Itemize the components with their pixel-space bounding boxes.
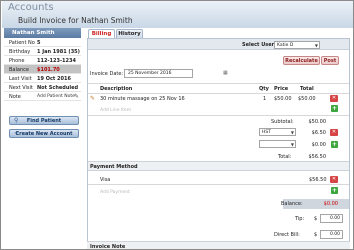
tip-currency: $: [314, 216, 318, 222]
info-row-phone: Phone 112-123-1234: [4, 56, 81, 65]
note-edit-icon[interactable]: ✎: [74, 93, 79, 100]
direct-bill-currency: $: [314, 232, 318, 238]
direct-bill-label: Direct Bill:: [274, 232, 300, 238]
chevron-down-icon: ▼: [314, 43, 318, 48]
divider: [88, 83, 349, 84]
add-payment-input[interactable]: Add Payment: [100, 190, 130, 195]
line-item-price: $50.00: [274, 96, 292, 102]
select-user-label: Select User:: [242, 42, 277, 48]
chevron-down-icon: ▼: [290, 130, 294, 135]
delete-icon[interactable]: ✕: [330, 176, 338, 183]
line-item-description: 30 minute massage on 25 Nov 16: [100, 96, 185, 102]
invoice-date-input[interactable]: 25 November 2016 ▦: [124, 69, 228, 78]
user-select-value: Katie D: [277, 43, 294, 48]
balance-label: Balance:: [281, 201, 303, 207]
tab-billing[interactable]: Billing: [88, 29, 115, 38]
col-header-description: Description: [100, 86, 133, 92]
add-icon[interactable]: +: [331, 105, 338, 112]
info-label: Birthday: [9, 49, 31, 55]
search-icon: ⚲: [14, 117, 19, 124]
col-header-qty: Qty: [259, 86, 269, 92]
info-label: Phone: [9, 58, 25, 64]
app-title: Accounts: [8, 2, 54, 13]
divider: [88, 115, 349, 116]
pencil-icon[interactable]: ✎: [90, 95, 95, 102]
info-value: Not Scheduled: [37, 85, 79, 91]
tax1-value: $6.50: [311, 130, 326, 136]
info-row-next-visit: Next Visit Not Scheduled: [4, 83, 81, 92]
payment-method-name: Visa: [100, 177, 111, 183]
info-label: Note: [9, 94, 21, 100]
add-icon[interactable]: +: [331, 187, 338, 194]
balance-amount: $0.00: [323, 201, 338, 207]
recalculate-button[interactable]: Recalculate: [283, 56, 320, 65]
add-user-icon: +: [14, 130, 20, 137]
invoice-note-header: Invoice Note: [87, 241, 350, 249]
info-row-last-visit: Last Visit 19 Oct 2016: [4, 74, 81, 83]
info-row-note: Note Add Patient Note ✎: [4, 92, 81, 101]
patient-name: Nathan Smith: [4, 28, 81, 38]
tax1-select-value: HST: [262, 130, 271, 135]
calendar-icon[interactable]: ▦: [223, 70, 228, 76]
direct-bill-input[interactable]: 0.00: [320, 230, 343, 239]
find-patient-label: Find Patient: [26, 118, 62, 124]
add-patient-note-link[interactable]: Add Patient Note: [37, 94, 75, 99]
info-value: 19 Oct 2016: [37, 76, 71, 82]
tip-input[interactable]: 0.00: [320, 214, 343, 223]
page-title: Build Invoice for Nathan Smith: [18, 16, 133, 25]
create-account-label: Create New Account: [15, 131, 73, 137]
app-header: Accounts Build Invoice for Nathan Smith: [2, 1, 353, 28]
info-value: 112-123-1234: [37, 58, 76, 64]
col-header-total: Total: [300, 86, 314, 92]
create-account-button[interactable]: + Create New Account: [9, 129, 79, 138]
line-item-qty: 1: [263, 96, 267, 102]
delete-icon[interactable]: ✕: [330, 95, 338, 102]
invoice-date-label: Invoice Date:: [90, 71, 124, 77]
chevron-down-icon: ▼: [290, 142, 294, 147]
total-value: $56.50: [308, 154, 327, 160]
divider: [88, 184, 349, 185]
add-line-item-input[interactable]: Add Line Item: [100, 108, 131, 113]
tip-label: Tip:: [295, 216, 305, 222]
total-label: Total:: [278, 154, 292, 160]
tax2-value: $0.00: [311, 142, 326, 148]
delete-icon[interactable]: ✕: [330, 129, 338, 136]
info-value: 1 Jan 1981 (35): [37, 49, 80, 55]
info-label: Balance: [9, 67, 29, 73]
info-row-patient-no: Patient No 5: [4, 38, 81, 47]
col-header-price: Price: [274, 86, 289, 92]
patient-panel: Nathan Smith Patient No 5 Birthday 1 Jan…: [4, 28, 81, 249]
info-label: Next Visit: [9, 85, 33, 91]
payment-amount: $56.50: [309, 177, 327, 183]
info-value: 5: [37, 40, 41, 46]
billing-panel: Select User: Katie D ▼ Recalculate Post …: [87, 38, 350, 249]
line-item-total: $50.00: [298, 96, 316, 102]
info-row-birthday: Birthday 1 Jan 1981 (35): [4, 47, 81, 56]
info-row-balance: Balance $101.70: [4, 65, 81, 74]
subtotal-label: Subtotal:: [271, 119, 294, 125]
app-window: Accounts Build Invoice for Nathan Smith …: [0, 0, 354, 250]
invoice-date-value: 25 November 2016: [128, 71, 172, 76]
divider: [88, 93, 349, 94]
info-label: Patient No: [9, 40, 35, 46]
subtotal-value: $50.00: [308, 119, 327, 125]
payment-method-header: Payment Method: [88, 161, 349, 171]
find-patient-button[interactable]: ⚲ Find Patient: [9, 116, 79, 125]
info-label: Last Visit: [9, 76, 32, 82]
add-icon[interactable]: +: [331, 141, 338, 148]
user-select[interactable]: Katie D ▼: [274, 41, 320, 49]
tax2-select[interactable]: ▼: [259, 140, 296, 148]
user-bar: Select User: Katie D ▼: [88, 39, 349, 50]
post-button[interactable]: Post: [321, 56, 339, 65]
tab-history[interactable]: History: [116, 29, 143, 38]
tax1-select[interactable]: HST ▼: [259, 128, 296, 136]
balance-value: $101.70: [37, 67, 60, 73]
